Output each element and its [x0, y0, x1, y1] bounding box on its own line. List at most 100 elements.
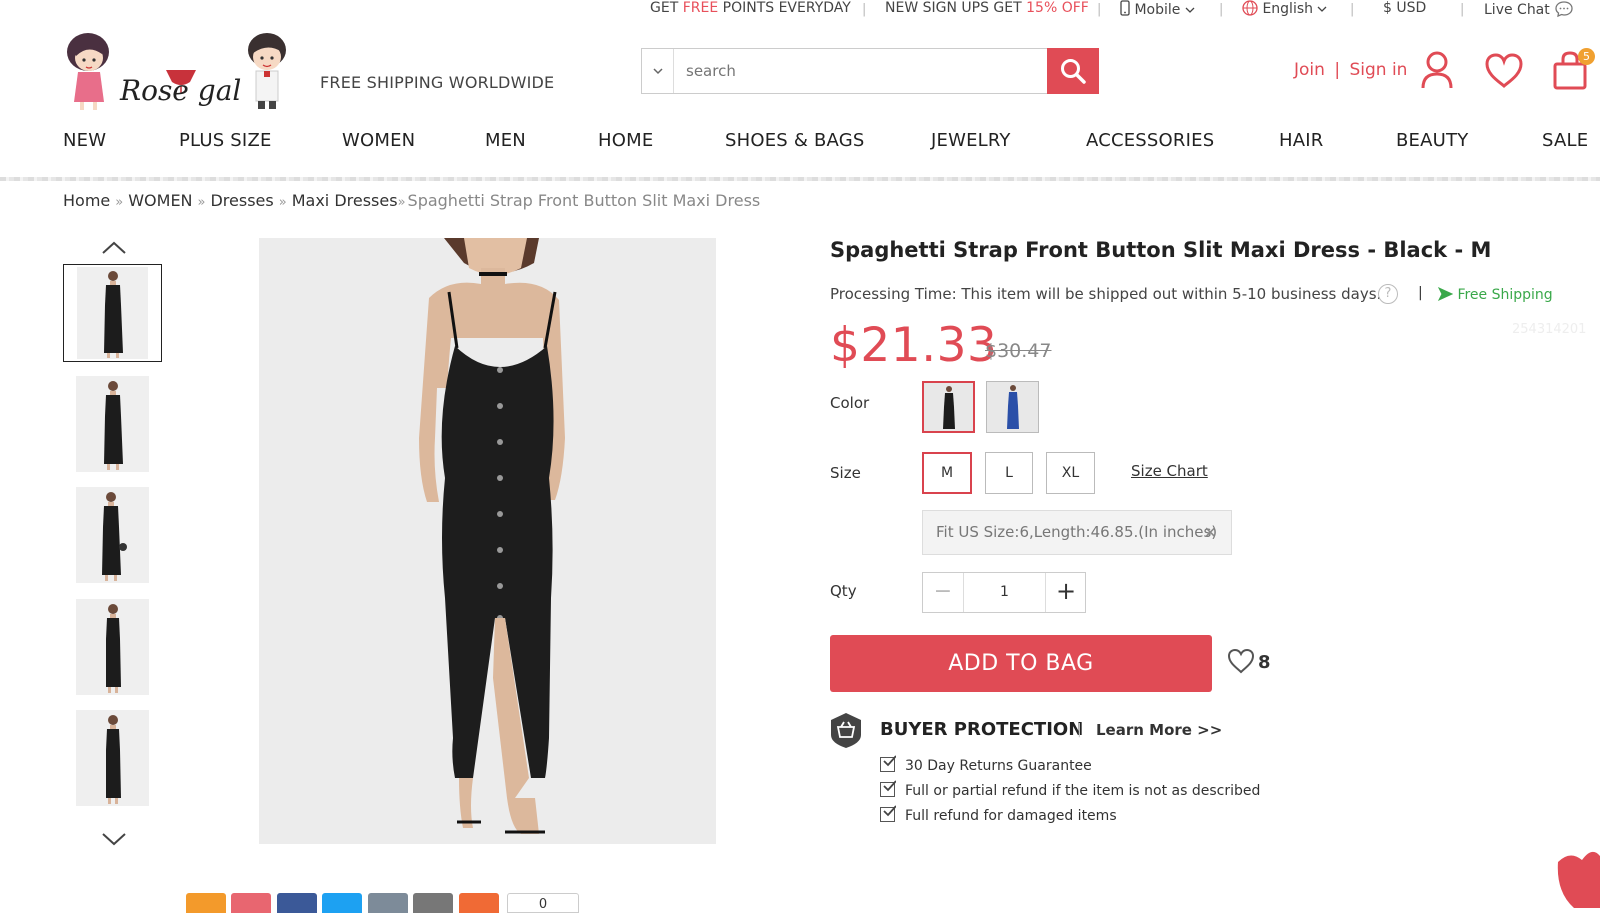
promo-signup[interactable]: NEW SIGN UPS GET 15% OFF	[885, 0, 1089, 16]
promo-signup-highlight: 15% OFF	[1026, 0, 1089, 16]
promo-points-pre: GET	[650, 0, 683, 16]
chevron-down-icon	[652, 68, 663, 75]
chevron-down-icon	[1185, 7, 1195, 13]
nav-women[interactable]: WOMEN	[342, 130, 415, 151]
thumbnail-2[interactable]	[76, 376, 149, 472]
breadcrumb-home[interactable]: Home	[63, 191, 110, 210]
nav-jewelry[interactable]: JEWELRY	[931, 130, 1011, 151]
share-gift-icon[interactable]	[231, 893, 271, 913]
mobile-menu[interactable]: Mobile	[1120, 0, 1195, 18]
size-option-m[interactable]: M	[922, 452, 972, 494]
dress-figure	[104, 271, 123, 358]
separator: |	[1219, 2, 1224, 17]
fit-note: Fit US Size:6,Length:46.85.(In inches) ✕	[922, 510, 1232, 555]
share-more-icon[interactable]	[459, 893, 499, 913]
share-print-icon[interactable]	[368, 893, 408, 913]
nav-shoes-bags[interactable]: SHOES & BAGS	[725, 130, 865, 151]
size-option-l[interactable]: L	[985, 452, 1033, 494]
chevron-down-icon[interactable]	[101, 832, 127, 846]
thumbnail-5[interactable]	[76, 710, 149, 806]
nav-men[interactable]: MEN	[485, 130, 526, 151]
mobile-label: Mobile	[1134, 2, 1181, 18]
user-icon[interactable]	[1420, 50, 1454, 90]
share-facebook-icon[interactable]	[277, 893, 317, 913]
account-separator: |	[1334, 60, 1341, 80]
dress-figure	[104, 381, 123, 470]
rosegal-logo[interactable]: Rose gal	[62, 30, 292, 116]
chevron-up-icon[interactable]	[101, 241, 127, 255]
live-chat[interactable]: Live Chat	[1484, 0, 1574, 18]
qty-input[interactable]: 1	[963, 573, 1046, 612]
checkbox-icon	[880, 755, 896, 772]
free-shipping-text: Free Shipping	[1457, 287, 1553, 303]
free-shipping-label: Free Shipping	[1437, 286, 1553, 303]
breadcrumb-dresses[interactable]: Dresses	[210, 191, 273, 210]
qty-decrease-button[interactable]: −	[923, 573, 963, 612]
share-twitter-icon[interactable]	[322, 893, 362, 913]
processing-time: Processing Time: This item will be shipp…	[830, 285, 1382, 303]
nav-beauty[interactable]: BEAUTY	[1396, 130, 1468, 151]
search-category-dropdown[interactable]	[642, 49, 674, 93]
search-bar	[641, 48, 1099, 94]
product-main-image[interactable]	[259, 238, 716, 844]
thumbnail-4[interactable]	[76, 599, 149, 695]
breadcrumb-women[interactable]: WOMEN	[128, 191, 192, 210]
search-button[interactable]	[1047, 48, 1099, 94]
thumbnail-1[interactable]	[63, 264, 162, 362]
promo-points-highlight: FREE	[682, 0, 719, 16]
qty-increase-button[interactable]: +	[1046, 573, 1086, 612]
add-to-bag-button[interactable]: ADD TO BAG	[830, 635, 1212, 692]
size-label: Size	[830, 464, 861, 482]
share-email-icon[interactable]	[413, 893, 453, 913]
close-icon[interactable]: ✕	[1204, 511, 1217, 554]
breadcrumb-separator: »	[278, 195, 287, 210]
search-input[interactable]	[686, 59, 1006, 83]
breadcrumb-separator: »	[397, 195, 406, 210]
nav-divider	[0, 177, 1600, 181]
share-count: 0	[507, 893, 579, 913]
color-label: Color	[830, 394, 870, 412]
globe-icon	[1242, 0, 1258, 16]
color-swatch-black[interactable]	[922, 381, 975, 433]
shield-basket-icon	[831, 713, 861, 748]
breadcrumb-separator: »	[115, 195, 124, 210]
nav-plus-size[interactable]: PLUS SIZE	[179, 130, 272, 151]
language-menu[interactable]: English	[1242, 0, 1327, 17]
nav-new[interactable]: NEW	[63, 130, 106, 151]
promo-points[interactable]: GET FREE POINTS EVERYDAY	[650, 0, 851, 16]
sign-in-link[interactable]: Sign in	[1349, 60, 1407, 80]
learn-more-link[interactable]: Learn More >>	[1096, 721, 1222, 739]
mobile-phone-icon	[1120, 0, 1130, 16]
help-icon[interactable]: ?	[1378, 284, 1398, 304]
nav-hair[interactable]: HAIR	[1279, 130, 1323, 151]
thumbnail-3[interactable]	[76, 487, 149, 583]
dress-figure	[102, 492, 127, 581]
breadcrumb-maxi-dresses[interactable]: Maxi Dresses	[292, 191, 398, 210]
chevron-down-icon	[1318, 6, 1327, 12]
promo-points-post: POINTS EVERYDAY	[718, 0, 851, 16]
size-option-xl[interactable]: XL	[1046, 452, 1095, 494]
qty-label: Qty	[830, 582, 857, 600]
promo-signup-pre: NEW SIGN UPS GET	[885, 0, 1027, 16]
floating-promo-icon[interactable]	[1552, 846, 1600, 908]
guarantee-text: 30 Day Returns Guarantee	[905, 758, 1092, 774]
main-nav: NEW PLUS SIZE WOMEN MEN HOME SHOES & BAG…	[0, 130, 1600, 160]
airplane-icon	[1437, 286, 1454, 302]
nav-accessories[interactable]: ACCESSORIES	[1086, 130, 1214, 151]
breadcrumb-separator: »	[197, 195, 206, 210]
currency-menu[interactable]: $ USD	[1383, 0, 1426, 16]
dress-figure	[419, 238, 565, 834]
share-points-icon[interactable]	[186, 893, 226, 913]
guarantee-item: Full or partial refund if the item is no…	[880, 780, 1260, 799]
color-swatch-blue[interactable]	[986, 381, 1039, 433]
join-link[interactable]: Join	[1294, 60, 1325, 80]
guarantee-text: Full refund for damaged items	[905, 808, 1117, 824]
nav-sale[interactable]: SALE	[1542, 130, 1588, 151]
search-icon	[1061, 59, 1086, 84]
heart-icon[interactable]	[1484, 53, 1524, 89]
nav-home[interactable]: HOME	[598, 130, 653, 151]
fit-note-text: Fit US Size:6,Length:46.85.(In inches)	[936, 523, 1218, 541]
language-label: English	[1262, 1, 1314, 17]
size-chart-link[interactable]: Size Chart	[1131, 462, 1208, 480]
wishlist-heart-icon[interactable]	[1227, 648, 1255, 674]
